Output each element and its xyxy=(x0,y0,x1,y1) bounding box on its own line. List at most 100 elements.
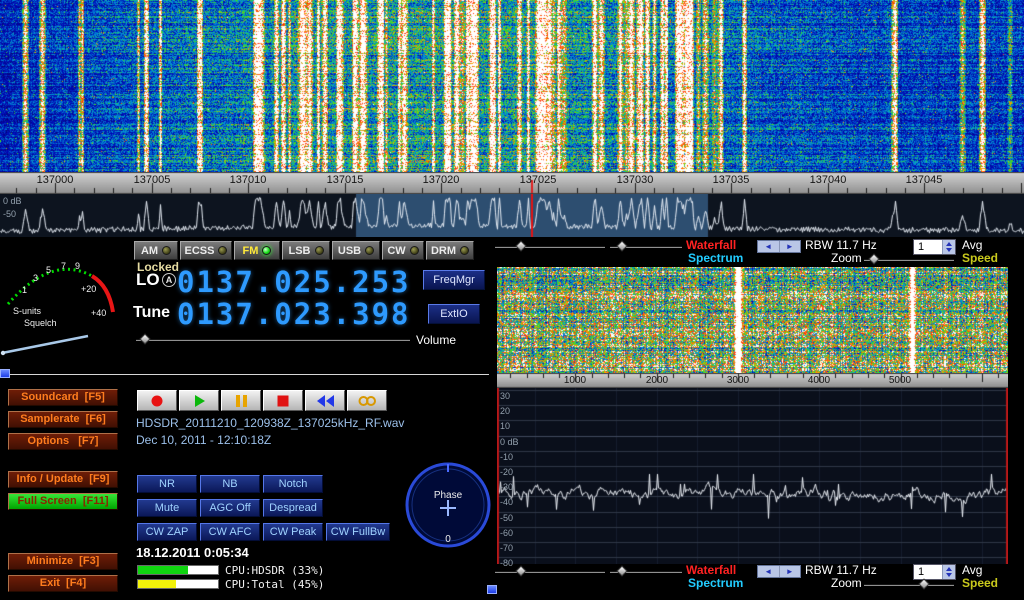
mode-button-lsb[interactable]: LSB xyxy=(282,241,330,260)
mute-button[interactable]: Mute xyxy=(137,499,197,517)
avg-value: 1 xyxy=(914,565,942,579)
slider-handle[interactable] xyxy=(515,240,526,251)
pan-left-button[interactable]: ◄ xyxy=(758,241,779,252)
sidebar-button-options[interactable]: Options [F7] xyxy=(8,433,118,450)
cpu-hdsdr-text: CPU:HDSDR (33%) xyxy=(225,564,324,577)
mode-usb-label: USB xyxy=(338,245,361,257)
mode-button-fm[interactable]: FM xyxy=(234,241,280,260)
loop-button[interactable] xyxy=(347,390,387,411)
audio-db-label: -40 xyxy=(500,497,513,507)
squelch-slider-handle[interactable] xyxy=(0,369,10,378)
mode-button-cw[interactable]: CW xyxy=(382,241,424,260)
audio-spectrum-display[interactable] xyxy=(497,388,1008,564)
mode-ecss-label: ECSS xyxy=(185,245,215,257)
rf-scale-label: 137005 xyxy=(122,174,182,186)
sidebar-button-soundcard[interactable]: Soundcard [F5] xyxy=(8,389,118,406)
lo-frequency-display[interactable]: 0137.025.253 xyxy=(177,268,411,297)
audio-db-label: -50 xyxy=(500,513,513,523)
record-icon xyxy=(146,394,168,408)
mode-button-ecss[interactable]: ECSS xyxy=(180,241,232,260)
cw-zap-button[interactable]: CW ZAP xyxy=(137,523,197,541)
slider-handle[interactable] xyxy=(616,240,627,251)
rf-waterfall-display[interactable] xyxy=(0,0,1024,172)
waterfall-brightness-slider-top[interactable] xyxy=(495,241,605,252)
audio-scale-label: 3000 xyxy=(716,375,760,386)
phase-label: Phase xyxy=(434,490,463,501)
waterfall-contrast-slider-bottom[interactable] xyxy=(610,566,682,577)
audio-frequency-scale[interactable]: 1000 2000 3000 4000 5000 xyxy=(497,373,1008,388)
s-meter[interactable]: 1 3 5 7 9 +20 +40 S-units Squelch xyxy=(0,240,132,372)
spectrum-tab-top[interactable]: Spectrum xyxy=(688,252,743,265)
spinner-arrows-icon[interactable] xyxy=(942,240,955,254)
notch-button[interactable]: Notch xyxy=(263,475,323,493)
audio-scale-label: 2000 xyxy=(635,375,679,386)
play-icon xyxy=(188,394,210,408)
nr-button[interactable]: NR xyxy=(137,475,197,493)
slider-handle[interactable] xyxy=(515,565,526,576)
audio-scale-label: 1000 xyxy=(553,375,597,386)
avg-select-top[interactable]: 1 xyxy=(913,239,956,255)
rf-frequency-scale[interactable]: 137000 137005 137010 137015 137020 13702… xyxy=(0,172,1024,194)
record-button[interactable] xyxy=(137,390,177,411)
freqmgr-button[interactable]: FreqMgr xyxy=(423,270,485,290)
cw-afc-button[interactable]: CW AFC xyxy=(200,523,260,541)
volume-slider[interactable] xyxy=(136,334,410,345)
speed-label-top: Speed xyxy=(962,252,998,265)
rf-scale-label: 137020 xyxy=(411,174,471,186)
mode-button-drm[interactable]: DRM xyxy=(426,241,474,260)
stop-icon xyxy=(272,394,294,408)
sidebar-button-info-update[interactable]: Info / Update [F9] xyxy=(8,471,118,488)
sidebar-button-minimize[interactable]: Minimize [F3] xyxy=(8,553,118,570)
slider-handle[interactable] xyxy=(918,578,929,589)
rf-scale-label: 137025 xyxy=(508,174,568,186)
zoom-slider-top[interactable] xyxy=(864,254,954,265)
audio-db-label: 30 xyxy=(500,391,510,401)
tune-frequency-display[interactable]: 0137.023.398 xyxy=(177,300,411,329)
spectrum-tab-bottom[interactable]: Spectrum xyxy=(688,577,743,590)
pause-icon xyxy=(230,394,252,408)
pan-right-button[interactable]: ► xyxy=(779,566,801,577)
stop-button[interactable] xyxy=(263,390,303,411)
sidebar-button-fullscreen[interactable]: Full Screen [F11] xyxy=(8,493,118,510)
display-control-strip-bottom: Waterfall ◄ ► RBW 11.7 Hz 1 Avg Spectrum… xyxy=(490,564,1024,592)
mode-button-am[interactable]: AM xyxy=(134,241,178,260)
zoom-slider-bottom[interactable] xyxy=(864,579,954,590)
rf-scale-label: 137015 xyxy=(315,174,375,186)
cpu-hdsdr-bar xyxy=(137,565,219,575)
squelch-slider-track xyxy=(0,374,489,375)
play-button[interactable] xyxy=(179,390,219,411)
audio-waterfall-display[interactable] xyxy=(497,267,1008,373)
extio-button[interactable]: ExtIO xyxy=(428,304,480,324)
pan-right-button[interactable]: ► xyxy=(779,241,801,252)
zoom-label-bottom: Zoom xyxy=(831,577,862,590)
cw-fullbw-button[interactable]: CW FullBw xyxy=(326,523,390,541)
audio-db-label: -30 xyxy=(500,482,513,492)
recording-filename: HDSDR_20111210_120938Z_137025kHz_RF.wav xyxy=(136,416,404,430)
cpu-hdsdr-fill xyxy=(138,566,188,574)
avg-select-bottom[interactable]: 1 xyxy=(913,564,956,580)
mode-button-usb[interactable]: USB xyxy=(332,241,380,260)
despread-button[interactable]: Despread xyxy=(263,499,323,517)
cpu-total-fill xyxy=(138,580,176,588)
rewind-button[interactable] xyxy=(305,390,345,411)
rf-spectrum-display[interactable] xyxy=(0,194,1024,237)
pan-left-button[interactable]: ◄ xyxy=(758,566,779,577)
smeter-tick-over: +20 xyxy=(81,284,96,294)
lo-sync-badge[interactable]: A xyxy=(162,273,176,287)
spinner-arrows-icon[interactable] xyxy=(942,565,955,579)
cw-peak-button[interactable]: CW Peak xyxy=(263,523,323,541)
sidebar-button-exit[interactable]: Exit [F4] xyxy=(8,575,118,592)
volume-label: Volume xyxy=(416,333,456,347)
smeter-squelch-label: Squelch xyxy=(24,318,57,328)
agc-off-button[interactable]: AGC Off xyxy=(200,499,260,517)
pause-button[interactable] xyxy=(221,390,261,411)
nb-button[interactable]: NB xyxy=(200,475,260,493)
sidebar-button-samplerate[interactable]: Samplerate [F6] xyxy=(8,411,118,428)
volume-slider-handle[interactable] xyxy=(139,333,150,344)
slider-handle[interactable] xyxy=(616,565,627,576)
slider-track xyxy=(495,571,605,573)
waterfall-contrast-slider-top[interactable] xyxy=(610,241,682,252)
waterfall-brightness-slider-bottom[interactable] xyxy=(495,566,605,577)
slider-handle[interactable] xyxy=(868,253,879,264)
squelch-slider[interactable] xyxy=(0,369,489,380)
